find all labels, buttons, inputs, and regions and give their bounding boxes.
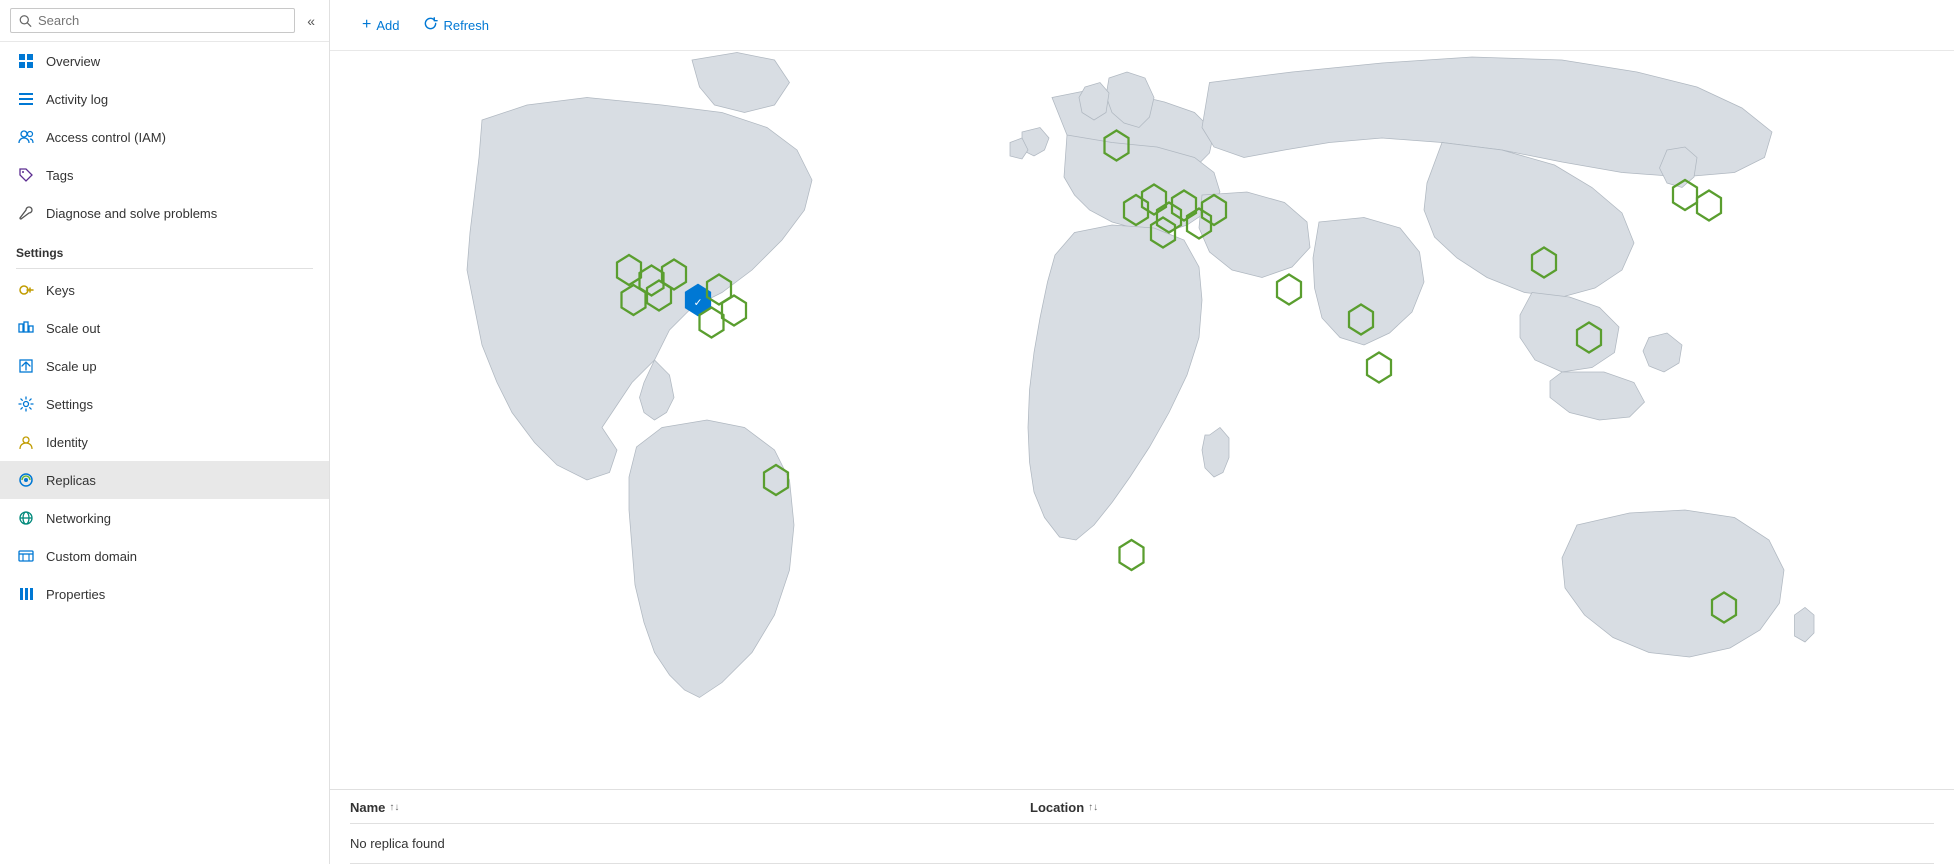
sidebar-item-activity-log-label: Activity log (46, 92, 108, 107)
sidebar-item-scale-up[interactable]: Scale up (0, 347, 329, 385)
col-name-label: Name (350, 800, 385, 815)
domain-icon (16, 546, 36, 566)
sidebar-item-tags-label: Tags (46, 168, 73, 183)
sidebar-item-custom-domain-label: Custom domain (46, 549, 137, 564)
col-name-header[interactable]: Name ↑↓ (350, 800, 1030, 815)
sidebar-item-access-control[interactable]: Access control (IAM) (0, 118, 329, 156)
refresh-button[interactable]: Refresh (411, 10, 501, 40)
sidebar-item-overview-label: Overview (46, 54, 100, 69)
hex-marker (1697, 191, 1721, 221)
key-icon (16, 280, 36, 300)
hex-marker (1277, 275, 1301, 305)
hex-marker (1367, 353, 1391, 383)
sidebar-item-properties[interactable]: Properties (0, 575, 329, 613)
refresh-label: Refresh (443, 18, 489, 33)
properties-icon (16, 584, 36, 604)
sidebar-item-settings-label: Settings (46, 397, 93, 412)
hex-marker (722, 296, 746, 326)
sidebar-item-activity-log[interactable]: Activity log (0, 80, 329, 118)
name-sort-icon: ↑↓ (389, 802, 399, 813)
sidebar-item-tags[interactable]: Tags (0, 156, 329, 194)
scaleout-icon (16, 318, 36, 338)
sidebar-item-networking[interactable]: Networking (0, 499, 329, 537)
table-area: Name ↑↓ Location ↑↓ No replica found (330, 789, 1954, 864)
col-location-header[interactable]: Location ↑↓ (1030, 800, 1934, 815)
list-icon (16, 89, 36, 109)
grid-icon (16, 51, 36, 71)
search-input[interactable] (38, 13, 286, 28)
sidebar-item-replicas-label: Replicas (46, 473, 96, 488)
sidebar-item-access-control-label: Access control (IAM) (46, 130, 166, 145)
sidebar-search-row: « (0, 0, 329, 42)
sidebar-item-scale-out[interactable]: Scale out (0, 309, 329, 347)
sidebar: « Overview Activity log (0, 0, 330, 864)
svg-text:✓: ✓ (694, 297, 703, 309)
identity-icon (16, 432, 36, 452)
sidebar-item-networking-label: Networking (46, 511, 111, 526)
replicas-icon (16, 470, 36, 490)
refresh-icon (423, 16, 438, 34)
location-sort-icon: ↑↓ (1088, 802, 1098, 813)
collapse-button[interactable]: « (303, 9, 319, 33)
add-button[interactable]: + Add (350, 10, 411, 40)
network-icon (16, 508, 36, 528)
sidebar-item-identity-label: Identity (46, 435, 88, 450)
search-icon (19, 14, 32, 28)
table-empty-message: No replica found (350, 824, 1934, 863)
sidebar-item-settings[interactable]: Settings (0, 385, 329, 423)
sidebar-item-custom-domain[interactable]: Custom domain (0, 537, 329, 575)
sidebar-item-keys-label: Keys (46, 283, 75, 298)
col-location-label: Location (1030, 800, 1084, 815)
hex-marker (1120, 540, 1144, 570)
settings-section-label: Settings (0, 232, 329, 266)
scaleup-icon (16, 356, 36, 376)
sidebar-item-keys[interactable]: Keys (0, 271, 329, 309)
main-content: + Add Refresh (330, 0, 1954, 864)
map-area: ✓ (330, 51, 1954, 789)
hex-marker (700, 308, 724, 338)
sidebar-item-replicas[interactable]: Replicas (0, 461, 329, 499)
search-box[interactable] (10, 8, 295, 33)
people-icon (16, 127, 36, 147)
plus-icon: + (362, 16, 371, 34)
sidebar-item-diagnose[interactable]: Diagnose and solve problems (0, 194, 329, 232)
sidebar-item-overview[interactable]: Overview (0, 42, 329, 80)
tag-icon (16, 165, 36, 185)
sidebar-item-scale-out-label: Scale out (46, 321, 100, 336)
toolbar: + Add Refresh (330, 0, 1954, 51)
sidebar-item-identity[interactable]: Identity (0, 423, 329, 461)
add-label: Add (376, 18, 399, 33)
gear-icon (16, 394, 36, 414)
wrench-icon (16, 203, 36, 223)
table-header: Name ↑↓ Location ↑↓ (350, 790, 1934, 824)
sidebar-item-properties-label: Properties (46, 587, 105, 602)
settings-divider (16, 268, 313, 269)
sidebar-item-scale-up-label: Scale up (46, 359, 97, 374)
world-map: ✓ (392, 51, 1892, 789)
sidebar-item-diagnose-label: Diagnose and solve problems (46, 206, 217, 221)
